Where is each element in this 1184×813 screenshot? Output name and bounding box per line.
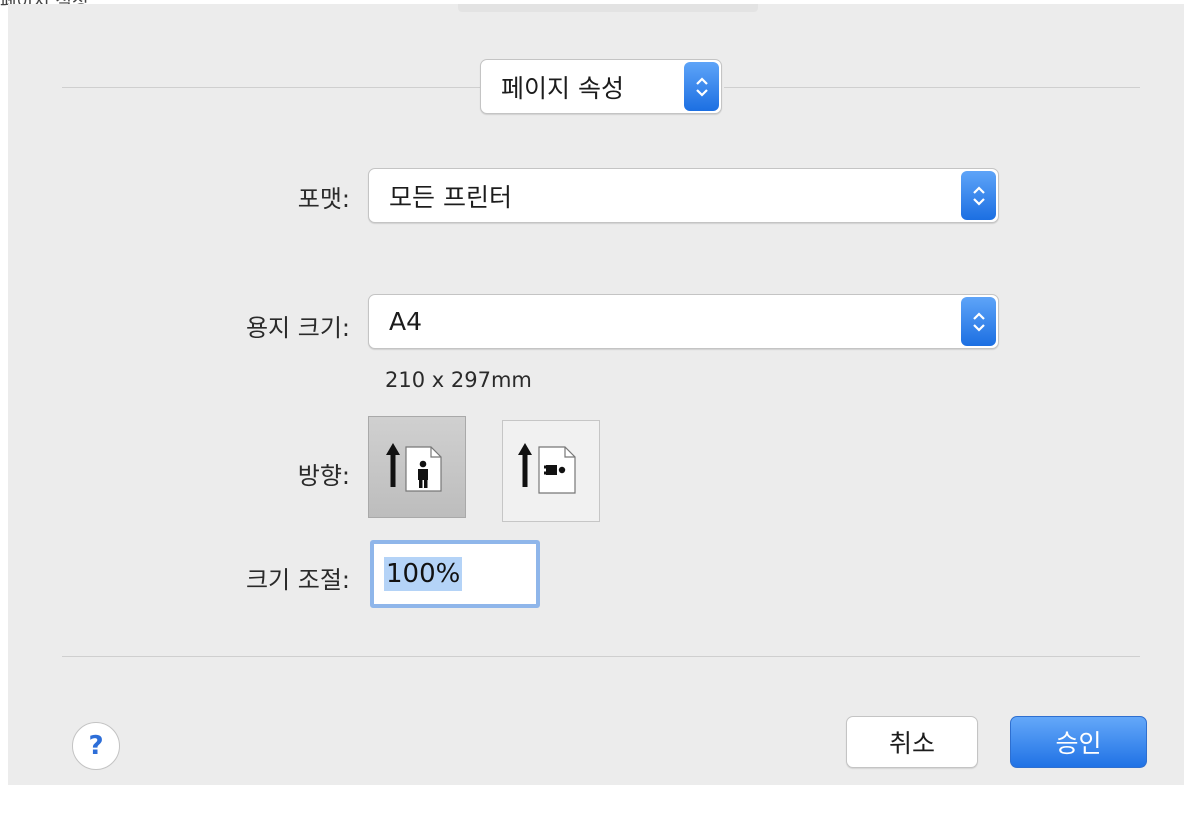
page-setup-dialog: 페이지 속성 포맷: 모든 프린터 용지 크기: A4 210 x 297mm … <box>8 4 1184 785</box>
landscape-orientation-button[interactable] <box>502 420 600 522</box>
help-button[interactable]: ? <box>72 722 120 770</box>
scale-value: 100% <box>384 557 463 591</box>
help-icon: ? <box>88 731 104 761</box>
landscape-icon <box>518 443 576 494</box>
format-value: 모든 프린터 <box>389 182 512 212</box>
paper-size-value: A4 <box>389 307 423 336</box>
stepper-icon <box>961 171 996 220</box>
scale-label: 크기 조절: <box>245 566 350 594</box>
stepper-icon <box>684 62 719 111</box>
orientation-label: 방향: <box>297 462 350 490</box>
paper-size-popup[interactable]: A4 <box>368 294 999 349</box>
format-popup[interactable]: 모든 프린터 <box>368 168 999 223</box>
ok-button[interactable]: 승인 <box>1010 716 1147 768</box>
paper-dimensions: 210 x 297mm <box>385 368 532 392</box>
panel-selector-popup[interactable]: 페이지 속성 <box>480 59 722 114</box>
stepper-icon <box>961 297 996 346</box>
window-tab <box>458 4 758 12</box>
cancel-button[interactable]: 취소 <box>846 716 978 768</box>
scale-input[interactable]: 100% <box>370 540 540 608</box>
portrait-icon <box>386 443 442 492</box>
separator-right <box>724 87 1140 88</box>
separator-bottom <box>62 656 1140 657</box>
separator-left <box>62 87 484 88</box>
paper-size-label: 용지 크기: <box>245 314 350 342</box>
format-label: 포맷: <box>297 185 350 213</box>
portrait-orientation-button[interactable] <box>368 416 466 518</box>
